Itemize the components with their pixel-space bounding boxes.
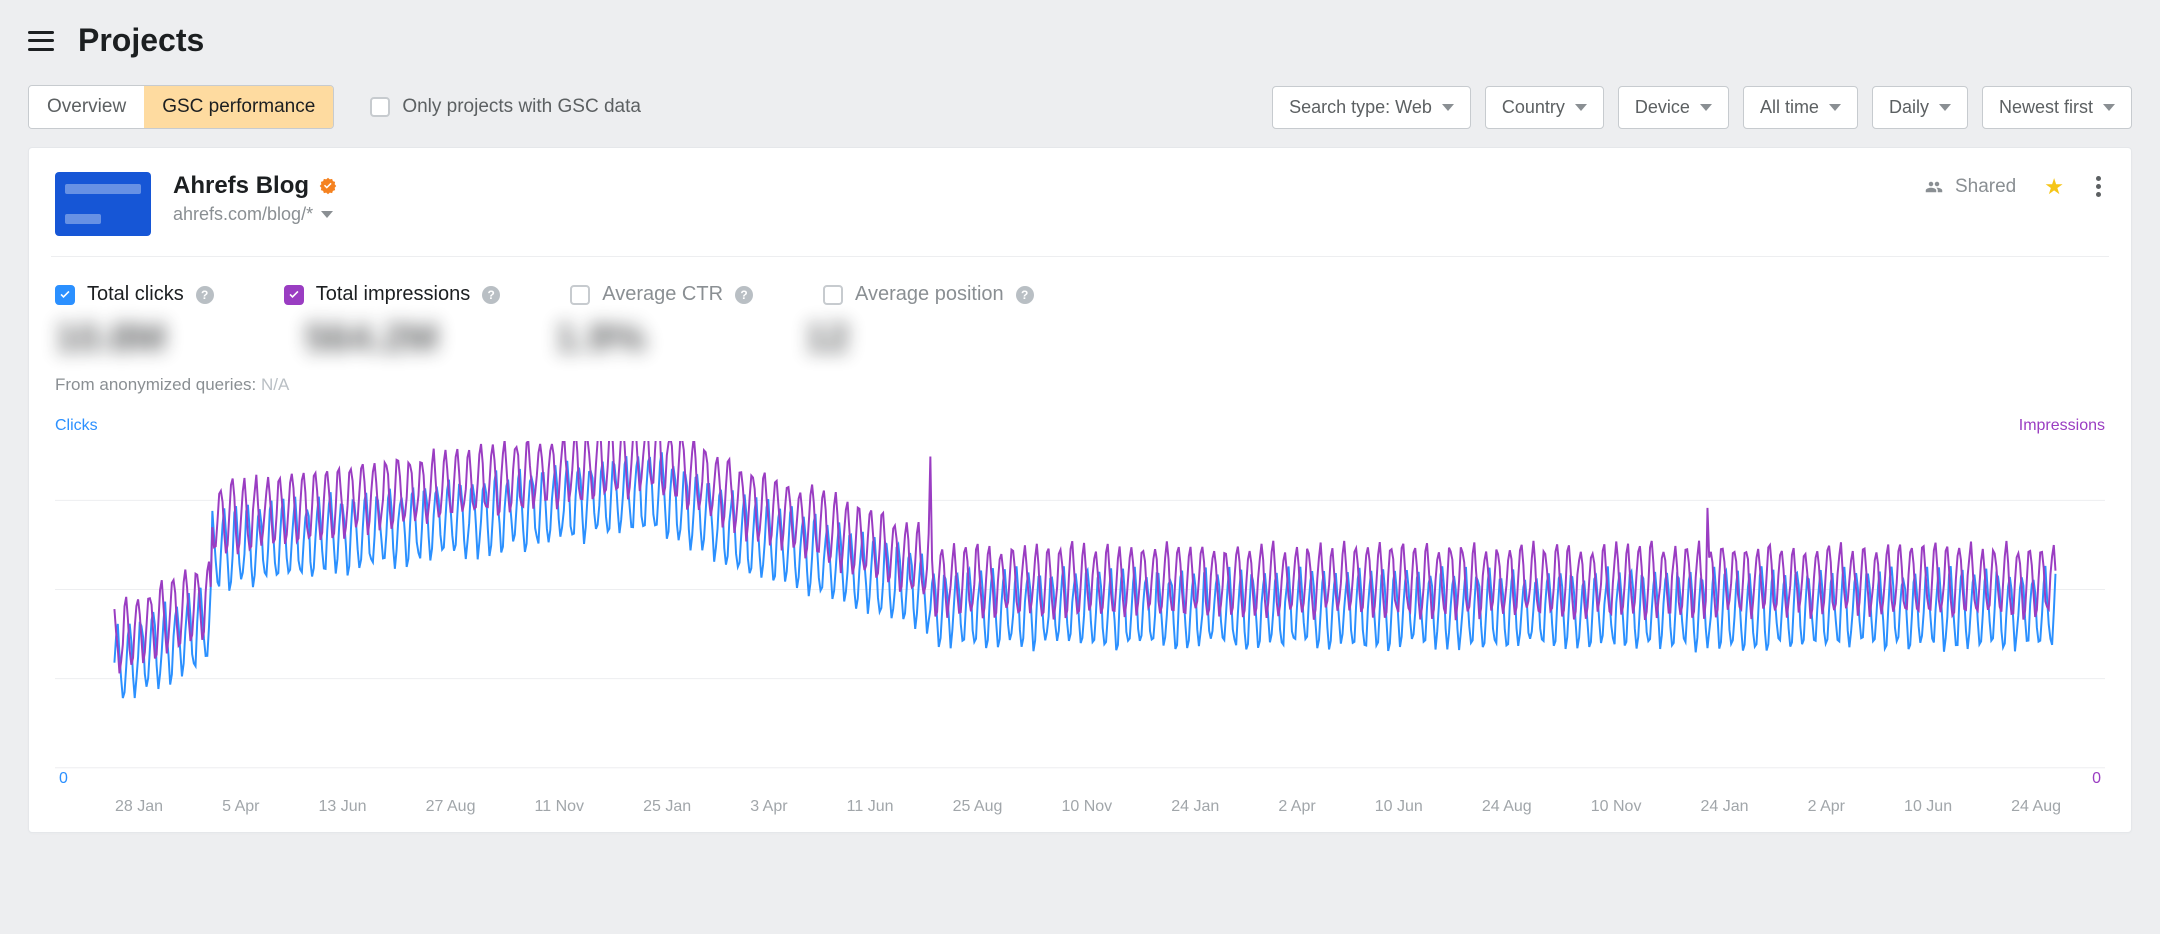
chevron-down-icon: [2103, 104, 2115, 111]
search-type-dropdown[interactable]: Search type: Web: [1272, 86, 1471, 129]
only-gsc-filter[interactable]: Only projects with GSC data: [370, 96, 641, 118]
page-title: Projects: [78, 22, 204, 59]
people-icon: [1923, 178, 1945, 196]
chevron-down-icon: [1575, 104, 1587, 111]
help-icon[interactable]: ?: [735, 286, 753, 304]
verified-icon: [319, 177, 337, 195]
total-impressions-value: 564.2M: [305, 316, 485, 361]
checkbox-icon: [55, 285, 75, 305]
chevron-down-icon[interactable]: [321, 211, 333, 218]
metric-average-ctr[interactable]: Average CTR ?: [570, 283, 753, 306]
country-dropdown[interactable]: Country: [1485, 86, 1604, 129]
help-icon[interactable]: ?: [1016, 286, 1034, 304]
metric-total-impressions[interactable]: Total impressions ?: [284, 283, 501, 306]
shared-indicator[interactable]: Shared: [1923, 176, 2016, 198]
granularity-dropdown[interactable]: Daily: [1872, 86, 1968, 129]
menu-icon[interactable]: [28, 31, 54, 51]
y-axis-left-label: Clicks: [55, 417, 98, 435]
sort-dropdown[interactable]: Newest first: [1982, 86, 2132, 129]
view-tabs: Overview GSC performance: [28, 85, 334, 129]
y-axis-left-zero: 0: [59, 770, 68, 788]
performance-chart[interactable]: [55, 441, 2105, 798]
metric-average-position[interactable]: Average position ?: [823, 283, 1034, 306]
project-name: Ahrefs Blog: [173, 172, 309, 200]
checkbox-icon[interactable]: [370, 97, 390, 117]
device-dropdown[interactable]: Device: [1618, 86, 1729, 129]
metric-total-clicks[interactable]: Total clicks ?: [55, 283, 214, 306]
time-range-dropdown[interactable]: All time: [1743, 86, 1858, 129]
tab-gsc-performance[interactable]: GSC performance: [144, 86, 333, 128]
y-axis-right-label: Impressions: [2019, 417, 2105, 435]
star-icon[interactable]: ★: [2044, 174, 2064, 200]
project-url: ahrefs.com/blog/*: [173, 204, 313, 225]
chevron-down-icon: [1700, 104, 1712, 111]
help-icon[interactable]: ?: [196, 286, 214, 304]
anonymized-queries-note: From anonymized queries: N/A: [51, 365, 2109, 417]
chevron-down-icon: [1829, 104, 1841, 111]
y-axis-right-zero: 0: [2092, 770, 2101, 788]
help-icon[interactable]: ?: [482, 286, 500, 304]
chevron-down-icon: [1442, 104, 1454, 111]
more-menu-icon[interactable]: [2092, 172, 2105, 201]
x-axis-ticks: 28 Jan5 Apr13 Jun27 Aug11 Nov25 Jan3 Apr…: [51, 794, 2109, 826]
chevron-down-icon: [1939, 104, 1951, 111]
checkbox-icon: [823, 285, 843, 305]
average-position-value: 12: [805, 316, 985, 361]
checkbox-icon: [284, 285, 304, 305]
only-gsc-label: Only projects with GSC data: [402, 96, 641, 118]
average-ctr-value: 1.9%: [555, 316, 735, 361]
tab-overview[interactable]: Overview: [29, 86, 144, 128]
project-thumbnail: [55, 172, 151, 236]
total-clicks-value: 10.8M: [55, 316, 235, 361]
checkbox-icon: [570, 285, 590, 305]
